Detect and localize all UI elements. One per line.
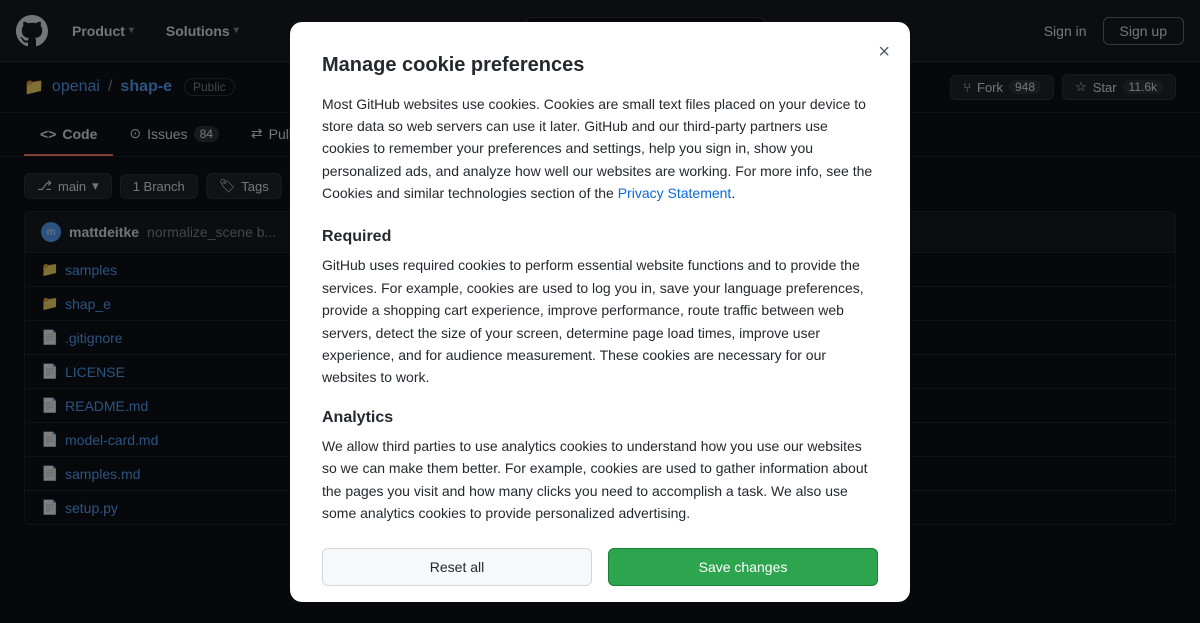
modal-intro: Most GitHub websites use cookies. Cookie… (322, 93, 878, 205)
cookie-modal: × Manage cookie preferences Most GitHub … (290, 22, 910, 602)
modal-close-button[interactable]: × (874, 38, 894, 66)
analytics-text: We allow third parties to use analytics … (322, 435, 878, 525)
privacy-statement-link[interactable]: Privacy Statement (618, 185, 732, 201)
save-changes-button[interactable]: Save changes (608, 548, 878, 586)
modal-actions: Reset all Save changes (322, 548, 878, 586)
analytics-section: Analytics We allow third parties to use … (322, 409, 878, 525)
modal-overlay: × Manage cookie preferences Most GitHub … (0, 0, 1200, 623)
analytics-title: Analytics (322, 409, 878, 427)
reset-all-button[interactable]: Reset all (322, 548, 592, 586)
modal-title: Manage cookie preferences (322, 54, 878, 77)
required-section: Required GitHub uses required cookies to… (322, 228, 878, 388)
required-title: Required (322, 228, 878, 246)
required-text: GitHub uses required cookies to perform … (322, 254, 878, 388)
